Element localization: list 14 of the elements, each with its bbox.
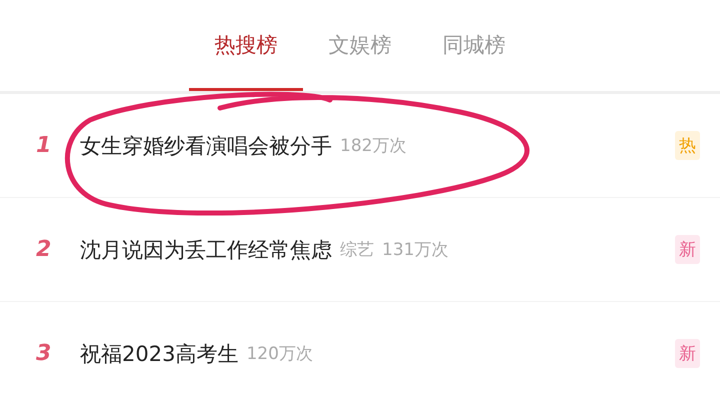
topic-title[interactable]: 祝福2023高考生 (80, 340, 238, 368)
topic-title[interactable]: 沈月说因为丢工作经常焦虑 (80, 236, 332, 264)
topic-badge: 新 (675, 235, 700, 264)
topic-badge: 热 (675, 131, 700, 160)
view-count: 182万次 (340, 135, 406, 157)
view-count: 131万次 (382, 239, 448, 261)
rank-number: 3 (36, 341, 52, 366)
tab[interactable]: 热搜榜 (189, 0, 303, 91)
topic-title[interactable]: 女生穿婚纱看演唱会被分手 (80, 132, 332, 160)
category-label: 综艺 (340, 239, 374, 261)
topic-badge: 新 (675, 339, 700, 368)
rank-number: 1 (36, 133, 52, 158)
view-count: 120万次 (246, 343, 313, 365)
rank-number: 2 (36, 237, 52, 262)
